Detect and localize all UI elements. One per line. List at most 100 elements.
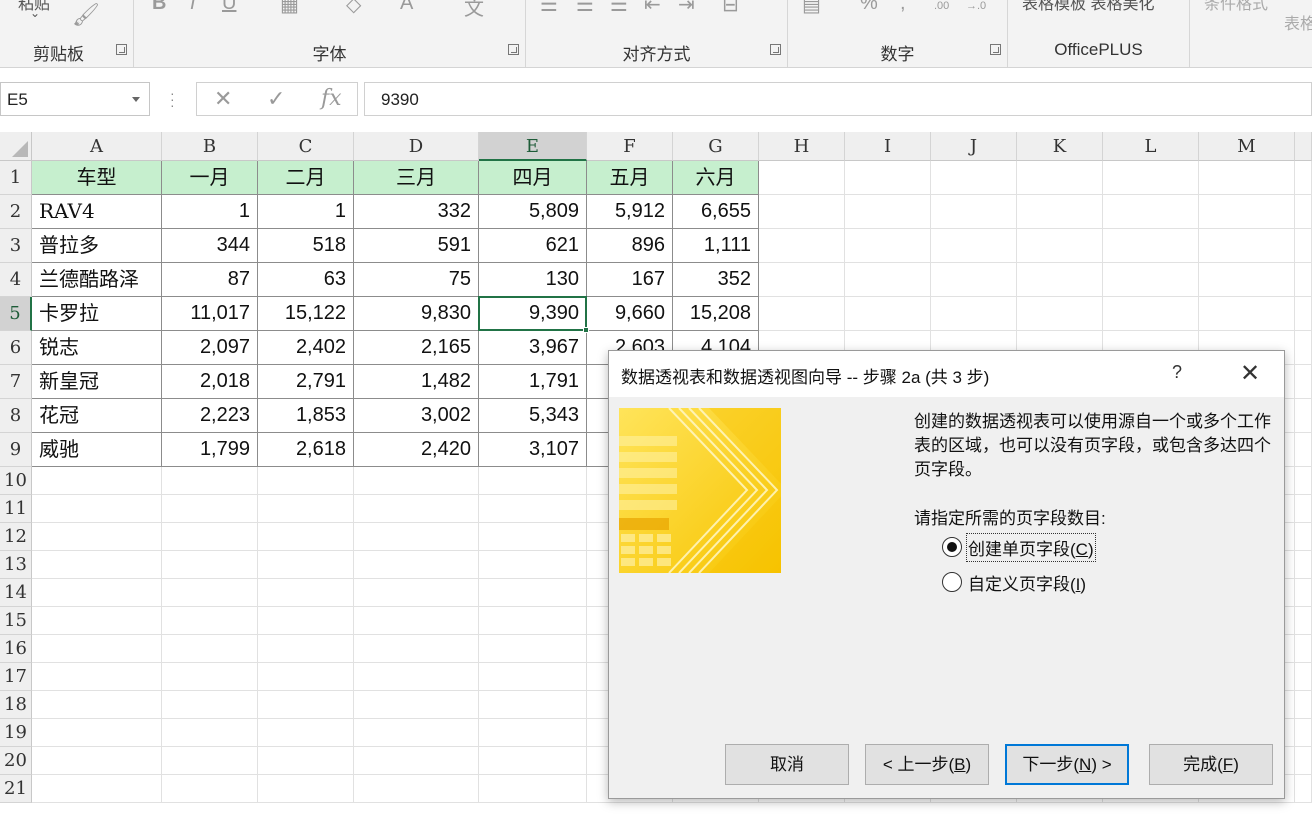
empty-cell[interactable] bbox=[1295, 161, 1312, 195]
model-name-cell[interactable]: 卡罗拉 bbox=[32, 297, 162, 331]
empty-cell[interactable] bbox=[759, 195, 845, 229]
sales-value-cell[interactable]: 9,660 bbox=[587, 297, 673, 331]
empty-cell[interactable] bbox=[258, 691, 354, 719]
empty-cell[interactable] bbox=[479, 691, 587, 719]
column-header-k[interactable]: K bbox=[1017, 132, 1103, 161]
empty-cell[interactable] bbox=[1199, 161, 1295, 195]
dialog-titlebar[interactable]: 数据透视表和数据透视图向导 -- 步骤 2a (共 3 步) ? ✕ bbox=[609, 351, 1284, 397]
empty-cell[interactable] bbox=[1103, 263, 1199, 297]
empty-cell[interactable] bbox=[32, 467, 162, 495]
cancel-button[interactable]: 取消 bbox=[725, 744, 849, 785]
empty-cell[interactable] bbox=[354, 719, 479, 747]
model-name-cell[interactable]: 威驰 bbox=[32, 433, 162, 467]
empty-cell[interactable] bbox=[258, 467, 354, 495]
row-header-10[interactable]: 10 bbox=[0, 467, 32, 495]
column-header-a[interactable]: A bbox=[32, 132, 162, 161]
empty-cell[interactable] bbox=[32, 775, 162, 803]
row-header-5[interactable]: 5 bbox=[0, 297, 32, 331]
phonetic-icon[interactable]: 文 bbox=[464, 0, 484, 21]
row-header-1[interactable]: 1 bbox=[0, 161, 32, 195]
empty-cell[interactable] bbox=[32, 691, 162, 719]
underline-button[interactable]: U bbox=[222, 0, 236, 15]
empty-cell[interactable] bbox=[845, 297, 931, 331]
back-button[interactable]: < 上一步(B) bbox=[865, 744, 989, 785]
empty-cell[interactable] bbox=[1017, 161, 1103, 195]
empty-cell[interactable] bbox=[1103, 161, 1199, 195]
table-header-cell[interactable]: 四月 bbox=[479, 161, 587, 195]
sales-value-cell[interactable]: 518 bbox=[258, 229, 354, 263]
empty-cell[interactable] bbox=[162, 467, 258, 495]
empty-cell[interactable] bbox=[258, 579, 354, 607]
sales-value-cell[interactable]: 167 bbox=[587, 263, 673, 297]
row-header-6[interactable]: 6 bbox=[0, 331, 32, 365]
model-name-cell[interactable]: 锐志 bbox=[32, 331, 162, 365]
empty-cell[interactable] bbox=[1295, 551, 1312, 579]
empty-cell[interactable] bbox=[759, 297, 845, 331]
empty-cell[interactable] bbox=[931, 263, 1017, 297]
empty-cell[interactable] bbox=[1017, 229, 1103, 263]
empty-cell[interactable] bbox=[32, 495, 162, 523]
empty-cell[interactable] bbox=[354, 775, 479, 803]
sales-value-cell[interactable]: 11,017 bbox=[162, 297, 258, 331]
sales-value-cell[interactable]: 1,482 bbox=[354, 365, 479, 399]
empty-cell[interactable] bbox=[1017, 195, 1103, 229]
sales-value-cell[interactable]: 130 bbox=[479, 263, 587, 297]
accounting-format-icon[interactable]: ▤ bbox=[802, 0, 821, 17]
empty-cell[interactable] bbox=[1295, 467, 1312, 495]
name-box[interactable]: E5 bbox=[0, 82, 150, 116]
empty-cell[interactable] bbox=[354, 635, 479, 663]
percent-style-button[interactable]: % bbox=[860, 0, 878, 15]
row-header-3[interactable]: 3 bbox=[0, 229, 32, 263]
empty-cell[interactable] bbox=[354, 467, 479, 495]
empty-cell[interactable] bbox=[354, 551, 479, 579]
conditional-format-button[interactable]: 条件格式 bbox=[1204, 0, 1268, 14]
model-name-cell[interactable]: 兰德酷路泽 bbox=[32, 263, 162, 297]
row-header-16[interactable]: 16 bbox=[0, 635, 32, 663]
empty-cell[interactable] bbox=[479, 747, 587, 775]
empty-cell[interactable] bbox=[258, 495, 354, 523]
empty-cell[interactable] bbox=[1295, 433, 1312, 467]
align-right-icon[interactable]: ☰ bbox=[610, 0, 628, 17]
column-header-g[interactable]: G bbox=[673, 132, 759, 161]
sales-value-cell[interactable]: 3,002 bbox=[354, 399, 479, 433]
radio-selected-icon[interactable] bbox=[942, 537, 962, 557]
sales-value-cell[interactable]: 896 bbox=[587, 229, 673, 263]
empty-cell[interactable] bbox=[931, 229, 1017, 263]
empty-cell[interactable] bbox=[931, 161, 1017, 195]
empty-cell[interactable] bbox=[1017, 297, 1103, 331]
empty-cell[interactable] bbox=[354, 579, 479, 607]
sales-value-cell[interactable]: 75 bbox=[354, 263, 479, 297]
sales-value-cell[interactable]: 9,390 bbox=[479, 297, 587, 331]
empty-cell[interactable] bbox=[479, 523, 587, 551]
empty-cell[interactable] bbox=[931, 297, 1017, 331]
table-header-cell[interactable]: 车型 bbox=[32, 161, 162, 195]
row-header-20[interactable]: 20 bbox=[0, 747, 32, 775]
sales-value-cell[interactable]: 3,107 bbox=[479, 433, 587, 467]
comma-style-icon[interactable]: , bbox=[900, 0, 906, 15]
sales-value-cell[interactable]: 2,420 bbox=[354, 433, 479, 467]
empty-cell[interactable] bbox=[162, 551, 258, 579]
sales-value-cell[interactable]: 2,402 bbox=[258, 331, 354, 365]
empty-cell[interactable] bbox=[258, 523, 354, 551]
row-header-21[interactable]: 21 bbox=[0, 775, 32, 803]
sales-value-cell[interactable]: 1,791 bbox=[479, 365, 587, 399]
sales-value-cell[interactable]: 6,655 bbox=[673, 195, 759, 229]
empty-cell[interactable] bbox=[32, 747, 162, 775]
model-name-cell[interactable]: RAV4 bbox=[32, 195, 162, 229]
sales-value-cell[interactable]: 2,791 bbox=[258, 365, 354, 399]
empty-cell[interactable] bbox=[354, 607, 479, 635]
finish-button[interactable]: 完成(F) bbox=[1149, 744, 1273, 785]
empty-cell[interactable] bbox=[162, 719, 258, 747]
sales-value-cell[interactable]: 344 bbox=[162, 229, 258, 263]
table-header-cell[interactable]: 一月 bbox=[162, 161, 258, 195]
empty-cell[interactable] bbox=[1295, 663, 1312, 691]
column-header-j[interactable]: J bbox=[931, 132, 1017, 161]
empty-cell[interactable] bbox=[1103, 297, 1199, 331]
empty-cell[interactable] bbox=[1295, 495, 1312, 523]
empty-cell[interactable] bbox=[32, 523, 162, 551]
empty-cell[interactable] bbox=[479, 467, 587, 495]
empty-cell[interactable] bbox=[162, 495, 258, 523]
italic-button[interactable]: I bbox=[190, 0, 196, 15]
row-header-11[interactable]: 11 bbox=[0, 495, 32, 523]
sales-value-cell[interactable]: 1 bbox=[162, 195, 258, 229]
